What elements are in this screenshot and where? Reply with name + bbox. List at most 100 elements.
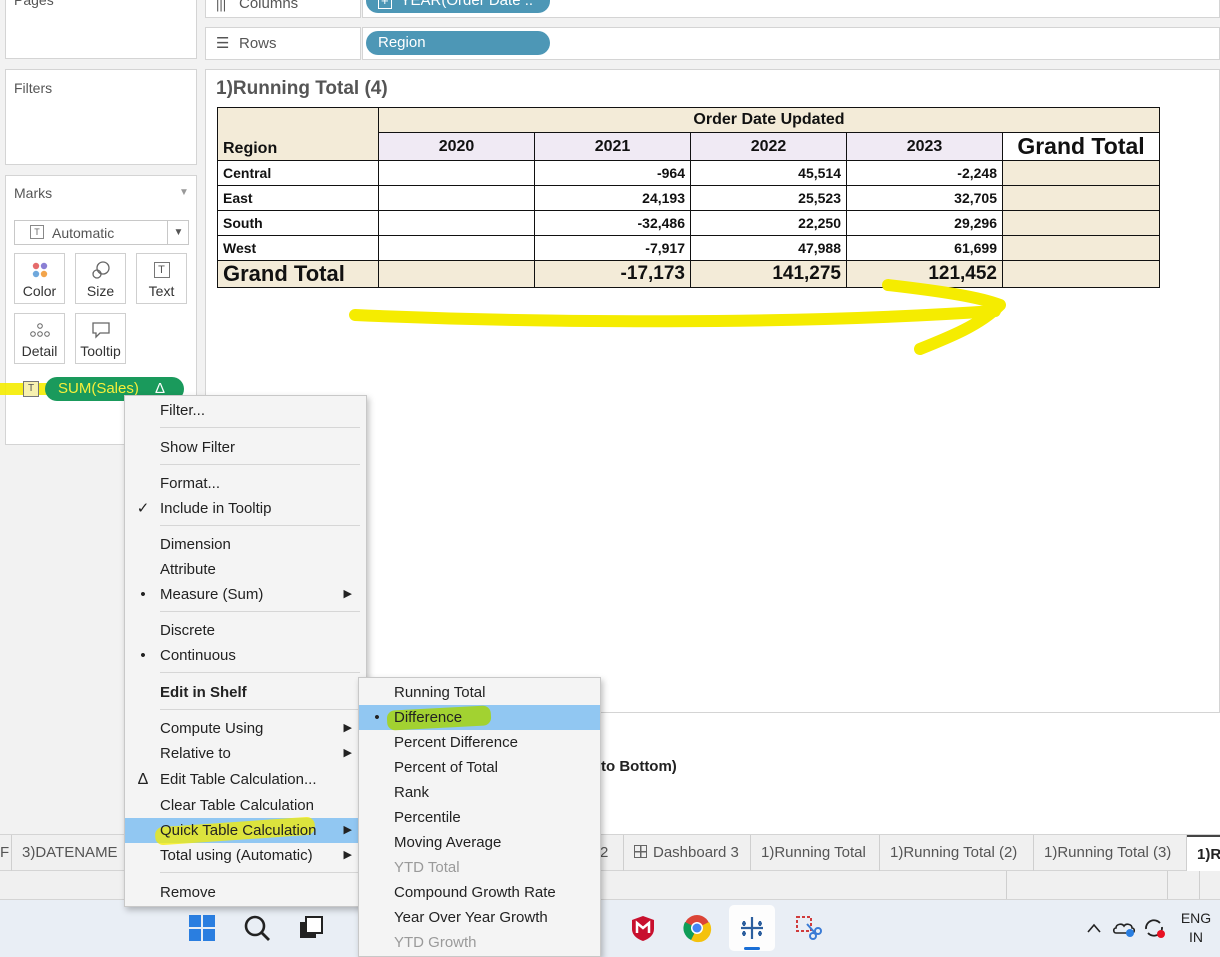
filters-label: Filters xyxy=(14,80,53,96)
menu-item-total-using[interactable]: Total using (Automatic) ▶ xyxy=(125,843,366,868)
tab-running-total-2[interactable]: 1)Running Total (2) xyxy=(880,835,1034,871)
chevron-down-icon[interactable]: ▼ xyxy=(167,221,189,244)
delta-icon: Δ xyxy=(137,771,149,788)
tab-dashboard-3[interactable]: Dashboard 3 xyxy=(624,835,751,871)
size-button[interactable]: Size xyxy=(75,253,126,304)
text-label: Text xyxy=(148,283,175,299)
tab-running-total[interactable]: 1)Running Total xyxy=(751,835,880,871)
status-divider xyxy=(1006,871,1007,899)
menu-item-discrete[interactable]: Discrete xyxy=(125,618,366,643)
bullet-icon: • xyxy=(140,586,146,603)
menu-item-filter[interactable]: Filter... xyxy=(125,398,366,423)
submenu-item-moving-average[interactable]: Moving Average xyxy=(359,830,600,855)
color-icon xyxy=(31,259,49,281)
menu-item-include-in-tooltip[interactable]: ✓ Include in Tooltip xyxy=(125,496,366,521)
submenu-arrow-icon: ▶ xyxy=(343,849,352,861)
submenu-item-ytd-growth: YTD Growth xyxy=(394,934,477,951)
tab-fragment[interactable]: F xyxy=(0,835,12,871)
table-cell: 32,705 xyxy=(846,185,1003,211)
submenu-arrow-icon: ▶ xyxy=(343,722,352,734)
menu-separator xyxy=(160,672,360,673)
menu-item-remove[interactable]: Remove xyxy=(125,880,366,905)
table-cell: 22,250 xyxy=(690,210,847,236)
menu-separator xyxy=(160,525,360,526)
submenu-item-compound-growth-rate[interactable]: Compound Growth Rate xyxy=(359,880,600,905)
check-icon: ✓ xyxy=(136,500,150,517)
text-icon: T xyxy=(153,259,170,281)
description-text: to Bottom) xyxy=(601,758,677,775)
tab-hidden-fragment[interactable]: 2 xyxy=(600,835,624,871)
text-encoding-icon[interactable]: T xyxy=(23,381,39,397)
year-header: 2020 xyxy=(378,132,535,161)
pages-label: Pages xyxy=(14,0,54,8)
language-indicator[interactable]: ENG IN xyxy=(1176,909,1216,947)
region-pill[interactable]: Region xyxy=(366,31,550,55)
table-cell xyxy=(378,160,535,186)
menu-item-relative-to[interactable]: Relative to ▶ xyxy=(125,741,366,766)
row-header: Central xyxy=(217,160,379,186)
row-header: South xyxy=(217,210,379,236)
submenu-item-percent-difference[interactable]: Percent Difference xyxy=(359,730,600,755)
submenu-arrow-icon: ▶ xyxy=(343,747,352,759)
tableau-app-active[interactable] xyxy=(729,905,775,951)
search-icon[interactable] xyxy=(241,912,273,944)
chevron-up-icon[interactable] xyxy=(1083,916,1105,940)
grand-total-cell xyxy=(1002,210,1160,236)
menu-item-continuous[interactable]: • Continuous xyxy=(125,643,366,668)
chrome-icon[interactable] xyxy=(681,912,713,944)
sync-icon[interactable] xyxy=(1141,914,1167,942)
marks-collapse-icon[interactable]: ▼ xyxy=(179,187,189,198)
color-button[interactable]: Color xyxy=(14,253,65,304)
crosstab: Region Order Date Updated 2020 2021 2022… xyxy=(217,107,1160,288)
menu-item-clear-table-calculation[interactable]: Clear Table Calculation xyxy=(125,793,366,818)
tab-running-total-3[interactable]: 1)Running Total (3) xyxy=(1034,835,1187,871)
menu-separator xyxy=(160,427,360,428)
region-code: IN xyxy=(1189,929,1203,945)
tab-datename[interactable]: 3)DATENAME xyxy=(12,835,126,871)
submenu-item-percentile[interactable]: Percentile xyxy=(359,805,600,830)
menu-separator xyxy=(160,709,360,710)
menu-item-edit-in-shelf[interactable]: Edit in Shelf xyxy=(125,680,366,705)
region-header-cell: Region xyxy=(217,107,379,161)
mcafee-icon[interactable] xyxy=(627,912,659,944)
year-order-date-pill[interactable]: + YEAR(Order Date .. xyxy=(366,0,550,13)
task-view-icon[interactable] xyxy=(295,912,327,944)
pages-card[interactable]: Pages xyxy=(5,0,197,59)
menu-item-compute-using[interactable]: Compute Using ▶ xyxy=(125,716,366,741)
menu-item-attribute[interactable]: Attribute xyxy=(125,557,366,582)
submenu-item-rank[interactable]: Rank xyxy=(359,780,600,805)
detail-icon xyxy=(29,319,51,341)
menu-item-edit-table-calculation[interactable]: Δ Edit Table Calculation... xyxy=(125,767,366,792)
year-header: 2021 xyxy=(534,132,691,161)
tooltip-label: Tooltip xyxy=(80,343,121,359)
submenu-item-difference[interactable]: • Difference xyxy=(359,705,600,731)
menu-item-quick-table-calculation[interactable]: Quick Table Calculation ▶ xyxy=(125,816,366,846)
detail-button[interactable]: Detail xyxy=(14,313,65,364)
mark-type-dropdown[interactable]: T Automatic ▼ xyxy=(14,220,189,245)
onedrive-icon[interactable] xyxy=(1111,914,1137,942)
snipping-tool-icon[interactable] xyxy=(792,912,824,944)
columns-shelf[interactable]: + YEAR(Order Date .. xyxy=(362,0,1220,18)
text-button[interactable]: T Text xyxy=(136,253,187,304)
menu-item-show-filter[interactable]: Show Filter xyxy=(125,435,366,460)
tooltip-button[interactable]: Tooltip xyxy=(75,313,126,364)
menu-item-measure[interactable]: • Measure (Sum) ▶ xyxy=(125,582,366,607)
submenu-item-running-total[interactable]: Running Total xyxy=(359,680,600,705)
description-panel: to Bottom) xyxy=(600,712,1220,834)
tableau-icon xyxy=(741,917,763,939)
plus-icon: + xyxy=(378,0,392,9)
table-cell: 25,523 xyxy=(690,185,847,211)
year-header: 2023 xyxy=(846,132,1003,161)
tab-running-total-4[interactable]: 1)R xyxy=(1187,835,1220,871)
filters-card[interactable]: Filters xyxy=(5,69,197,165)
submenu-item-year-over-year-growth[interactable]: Year Over Year Growth xyxy=(359,905,600,930)
table-cell xyxy=(378,235,535,261)
submenu-item-percent-of-total[interactable]: Percent of Total xyxy=(359,755,600,780)
windows-start-icon[interactable] xyxy=(186,912,218,944)
rows-shelf[interactable]: Region xyxy=(362,27,1220,60)
rows-icon: ☰ xyxy=(216,35,230,52)
table-cell: -964 xyxy=(534,160,691,186)
menu-item-format[interactable]: Format... xyxy=(125,471,366,496)
size-icon xyxy=(91,259,111,281)
menu-item-dimension[interactable]: Dimension xyxy=(125,532,366,557)
